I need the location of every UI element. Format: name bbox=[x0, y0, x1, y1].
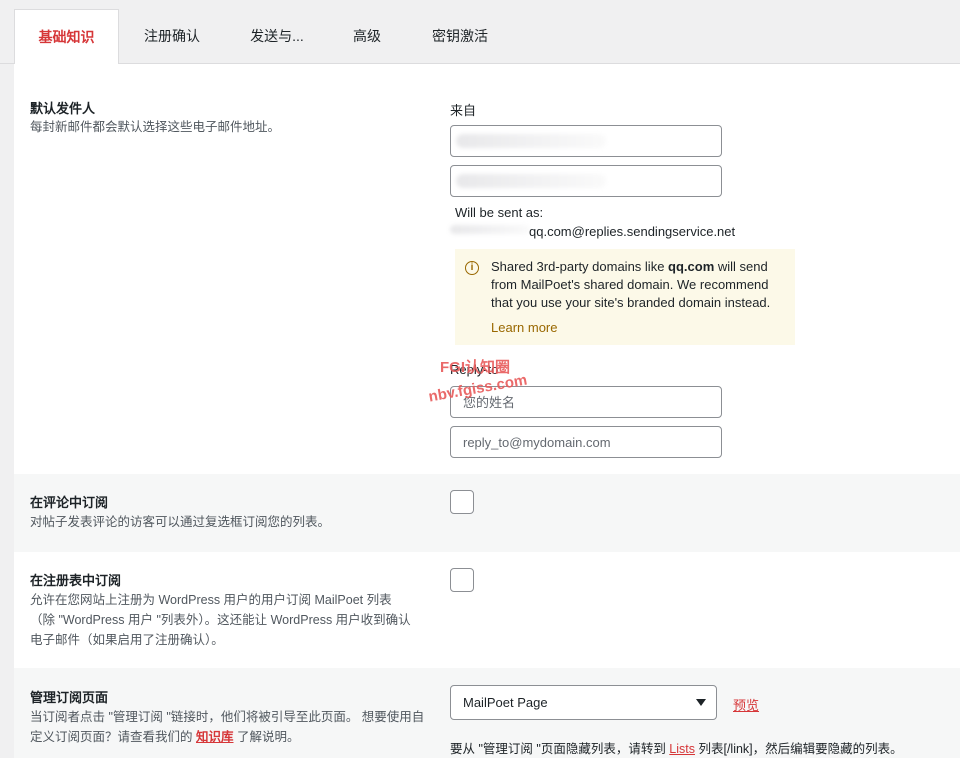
settings-tab-bar: 基础知识 注册确认 发送与... 高级 密钥激活 bbox=[0, 0, 960, 65]
info-icon: i bbox=[465, 261, 479, 275]
sent-address: qq.com@replies.sendingservice.net bbox=[529, 224, 736, 239]
from-label: 来自 bbox=[450, 103, 477, 118]
subscribe-registration-title: 在注册表中订阅 bbox=[30, 573, 122, 588]
subscribe-registration-description: 允许在您网站上注册为 WordPress 用户的用户订阅 MailPoet 列表… bbox=[30, 593, 411, 647]
tab-send-with[interactable]: 发送与... bbox=[225, 9, 329, 64]
subscribe-comments-checkbox[interactable] bbox=[450, 490, 474, 514]
subscribe-comments-description: 对帖子发表评论的访客可以通过复选框订阅您的列表。 bbox=[30, 515, 331, 529]
manage-subscription-page-select[interactable]: MailPoet Page bbox=[450, 685, 717, 720]
lists-link[interactable]: Lists bbox=[669, 742, 695, 756]
default-sender-description: 每封新邮件都会默认选择这些电子邮件地址。 bbox=[30, 120, 281, 134]
chevron-down-icon bbox=[696, 699, 706, 706]
shared-domain-notice: i Shared 3rd-party domains like qq.com w… bbox=[455, 249, 795, 345]
redacted-email bbox=[456, 174, 606, 188]
redacted-name bbox=[456, 134, 606, 148]
knowledge-base-link[interactable]: 知识库 bbox=[196, 730, 234, 744]
will-be-sent-as-label: Will be sent as: bbox=[455, 205, 544, 220]
reply-to-email-input[interactable] bbox=[450, 426, 722, 458]
tab-basics[interactable]: 基础知识 bbox=[14, 9, 119, 65]
tab-signup-confirmation[interactable]: 注册确认 bbox=[119, 9, 225, 64]
notice-text: Shared 3rd-party domains like qq.com wil… bbox=[491, 259, 771, 310]
subscribe-comments-title: 在评论中订阅 bbox=[30, 495, 109, 510]
manage-subscription-description: 当订阅者点击 "管理订阅 "链接时，他们将被引导至此页面。 想要使用自定义订阅页… bbox=[30, 710, 425, 744]
tab-key-activation[interactable]: 密钥激活 bbox=[405, 9, 515, 64]
subscribe-registration-checkbox[interactable] bbox=[450, 568, 474, 592]
tab-advanced[interactable]: 高级 bbox=[329, 9, 405, 64]
learn-more-link[interactable]: Learn more bbox=[491, 320, 557, 335]
redacted-sent-prefix bbox=[450, 225, 530, 234]
manage-subscription-hint: 要从 "管理订阅 "页面隐藏列表，请转到 Lists 列表[/link]，然后编… bbox=[450, 742, 903, 756]
preview-link[interactable]: 预览 bbox=[733, 695, 759, 714]
manage-subscription-title: 管理订阅页面 bbox=[30, 690, 109, 705]
default-sender-title: 默认发件人 bbox=[30, 101, 96, 116]
watermark-line1: FGI认知圈 bbox=[440, 359, 510, 376]
